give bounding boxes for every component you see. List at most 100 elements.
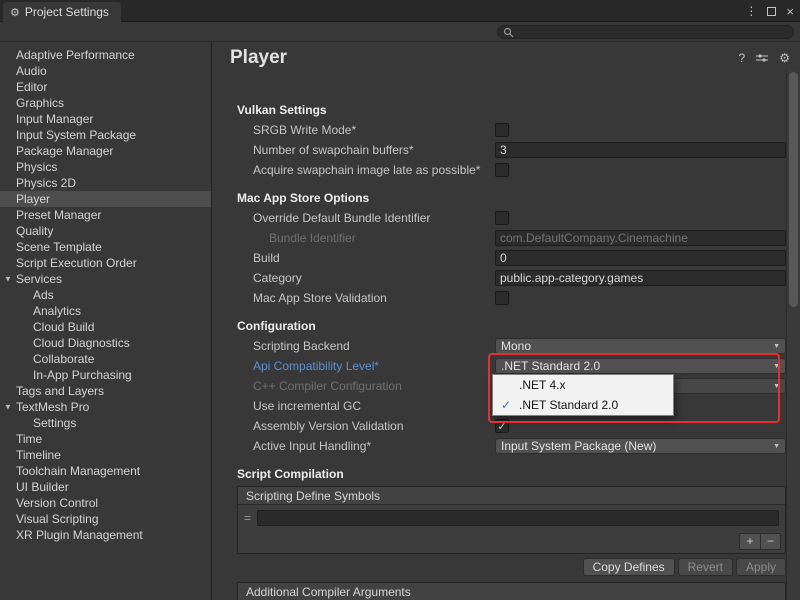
sidebar-item-cloud-diagnostics[interactable]: Cloud Diagnostics [0, 335, 211, 351]
check-icon: ✓ [497, 420, 506, 433]
gear-icon[interactable]: ⚙ [779, 51, 790, 65]
sidebar-item-tags-and-layers[interactable]: Tags and Layers [0, 383, 211, 399]
define-symbol-input[interactable] [257, 510, 779, 526]
setting-label: Category [237, 271, 495, 285]
sidebar-item-visual-scripting[interactable]: Visual Scripting [0, 511, 211, 527]
category-input[interactable]: public.app-category.games [495, 270, 786, 286]
setting-row: Bundle Identifier com.DefaultCompany.Cin… [237, 228, 800, 248]
chevron-down-icon: ▼ [773, 343, 780, 350]
sidebar-item-cloud-build[interactable]: Cloud Build [0, 319, 211, 335]
close-icon[interactable]: × [786, 4, 794, 19]
sidebar-item-input-system-package[interactable]: Input System Package [0, 127, 211, 143]
additional-compiler-arguments-box: Additional Compiler Arguments List is Em… [237, 582, 786, 600]
setting-label: Acquire swapchain image late as possible… [237, 163, 495, 177]
setting-label: Bundle Identifier [237, 231, 495, 245]
dropdown-option-net-4x[interactable]: .NET 4.x [493, 375, 673, 395]
sidebar-item-input-manager[interactable]: Input Manager [0, 111, 211, 127]
drag-handle-icon[interactable]: = [244, 511, 251, 525]
section-header-vulkan: Vulkan Settings [237, 100, 800, 120]
check-icon: ✓ [493, 398, 519, 412]
sidebar-item-physics-2d[interactable]: Physics 2D [0, 175, 211, 191]
sidebar-item-physics[interactable]: Physics [0, 159, 211, 175]
acquire-swapchain-late-checkbox[interactable]: ✓ [495, 163, 509, 177]
help-icon[interactable]: ? [739, 51, 746, 65]
setting-row: Acquire swapchain image late as possible… [237, 160, 800, 180]
sidebar-item-in-app-purchasing[interactable]: In-App Purchasing [0, 367, 211, 383]
scripting-define-symbols-header: Scripting Define Symbols [238, 487, 785, 505]
window-menu-icon[interactable]: ⋮ [745, 4, 757, 18]
sidebar-item-time[interactable]: Time [0, 431, 211, 447]
sidebar-item-collaborate[interactable]: Collaborate [0, 351, 211, 367]
setting-label: Scripting Backend [237, 339, 495, 353]
revert-button: Revert [678, 558, 733, 576]
maximize-icon[interactable] [767, 7, 776, 16]
sidebar-item-player[interactable]: Player [0, 191, 211, 207]
sidebar-item-tmp-settings[interactable]: Settings [0, 415, 211, 431]
foldout-arrow-icon[interactable]: ▼ [4, 403, 12, 412]
search-input[interactable] [497, 25, 794, 39]
section-header-configuration: Configuration [237, 316, 800, 336]
sidebar-item-adaptive-performance[interactable]: Adaptive Performance [0, 47, 211, 63]
chevron-down-icon: ▼ [773, 363, 780, 370]
section-header-mac-app-store: Mac App Store Options [237, 188, 800, 208]
sidebar-item-textmesh-pro[interactable]: ▼TextMesh Pro [0, 399, 211, 415]
settings-category-list: Adaptive Performance Audio Editor Graphi… [0, 42, 212, 600]
build-input[interactable]: 0 [495, 250, 786, 266]
sidebar-item-ui-builder[interactable]: UI Builder [0, 479, 211, 495]
apply-button: Apply [736, 558, 786, 576]
setting-label: Assembly Version Validation [237, 419, 495, 433]
setting-row: Api Compatibility Level* .NET Standard 2… [237, 356, 800, 376]
sidebar-item-graphics[interactable]: Graphics [0, 95, 211, 111]
setting-label: Number of swapchain buffers* [237, 143, 495, 157]
add-define-button[interactable]: + [740, 534, 760, 549]
page-title: Player [230, 47, 739, 69]
preset-icon[interactable] [756, 53, 768, 63]
dropdown-option-net-standard-20[interactable]: ✓ .NET Standard 2.0 [493, 395, 673, 415]
sidebar-item-analytics[interactable]: Analytics [0, 303, 211, 319]
api-compatibility-dropdown-popup: .NET 4.x ✓ .NET Standard 2.0 [492, 374, 674, 416]
setting-row: Scripting Backend Mono▼ [237, 336, 800, 356]
swapchain-buffers-input[interactable]: 3 [495, 142, 786, 158]
sidebar-item-scene-template[interactable]: Scene Template [0, 239, 211, 255]
srgb-write-mode-checkbox[interactable]: ✓ [495, 123, 509, 137]
setting-row: SRGB Write Mode* ✓ [237, 120, 800, 140]
section-header-script-compilation: Script Compilation [237, 464, 800, 484]
search-icon [503, 27, 514, 38]
sidebar-item-script-execution-order[interactable]: Script Execution Order [0, 255, 211, 271]
copy-defines-button[interactable]: Copy Defines [583, 558, 675, 576]
vertical-scrollbar[interactable] [786, 70, 800, 600]
setting-label: Build [237, 251, 495, 265]
sidebar-item-timeline[interactable]: Timeline [0, 447, 211, 463]
override-bundle-identifier-checkbox[interactable]: ✓ [495, 211, 509, 225]
window-tab-bar: ⚙ Project Settings ⋮ × [0, 0, 800, 22]
sidebar-item-package-manager[interactable]: Package Manager [0, 143, 211, 159]
scripting-backend-dropdown[interactable]: Mono▼ [495, 338, 786, 354]
sidebar-item-quality[interactable]: Quality [0, 223, 211, 239]
sidebar-item-preset-manager[interactable]: Preset Manager [0, 207, 211, 223]
player-settings-content: Vulkan Settings SRGB Write Mode* ✓ Numbe… [212, 98, 800, 600]
bundle-identifier-input: com.DefaultCompany.Cinemachine [495, 230, 786, 246]
sidebar-item-audio[interactable]: Audio [0, 63, 211, 79]
mac-app-store-validation-checkbox[interactable]: ✓ [495, 291, 509, 305]
scrollbar-thumb[interactable] [789, 72, 798, 307]
assembly-version-validation-checkbox[interactable]: ✓ [495, 419, 509, 433]
sidebar-item-xr-plugin-management[interactable]: XR Plugin Management [0, 527, 211, 543]
sidebar-item-toolchain-management[interactable]: Toolchain Management [0, 463, 211, 479]
chevron-down-icon: ▼ [773, 383, 780, 390]
sidebar-item-editor[interactable]: Editor [0, 79, 211, 95]
remove-define-button[interactable]: − [760, 534, 780, 549]
sidebar-item-ads[interactable]: Ads [0, 287, 211, 303]
tab-project-settings[interactable]: ⚙ Project Settings [3, 2, 121, 22]
setting-label: Api Compatibility Level* [237, 359, 495, 373]
sidebar-item-services[interactable]: ▼Services [0, 271, 211, 287]
setting-label: SRGB Write Mode* [237, 123, 495, 137]
active-input-handling-dropdown[interactable]: Input System Package (New)▼ [495, 438, 786, 454]
foldout-arrow-icon[interactable]: ▼ [4, 275, 12, 284]
setting-label: Mac App Store Validation [237, 291, 495, 305]
tab-title: Project Settings [25, 5, 109, 19]
additional-compiler-arguments-header: Additional Compiler Arguments [238, 583, 785, 600]
setting-row: Override Default Bundle Identifier ✓ [237, 208, 800, 228]
sidebar-item-version-control[interactable]: Version Control [0, 495, 211, 511]
setting-row: Active Input Handling* Input System Pack… [237, 436, 800, 456]
api-compatibility-level-dropdown[interactable]: .NET Standard 2.0▼ [495, 358, 786, 374]
